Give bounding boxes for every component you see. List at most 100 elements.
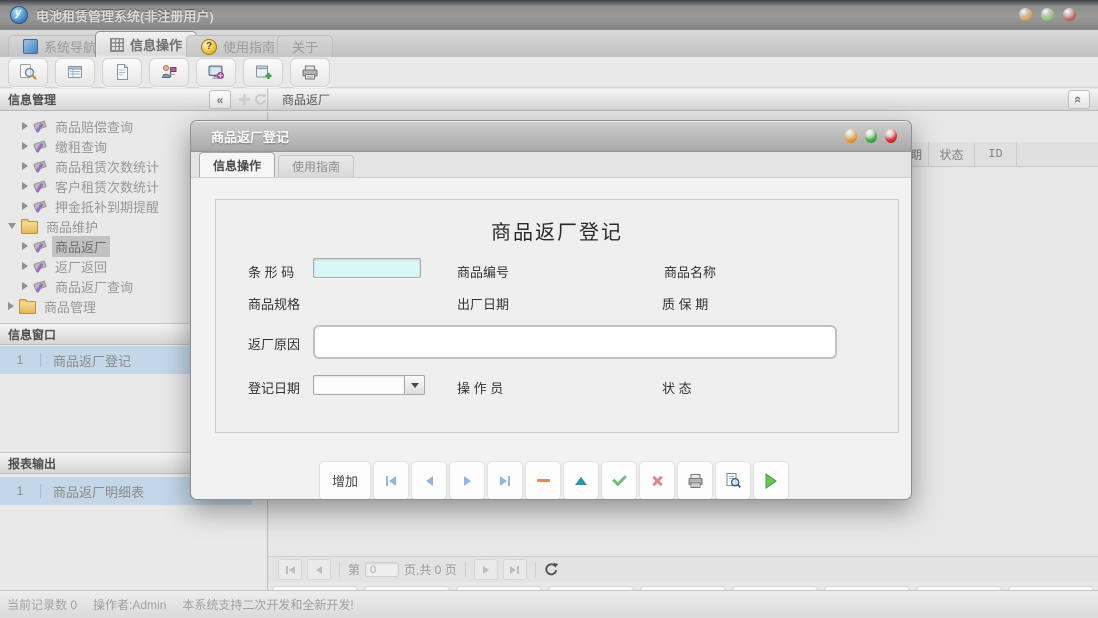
chevron-right-icon: [8, 302, 14, 310]
tree-item-label: 缴租查询: [52, 136, 110, 157]
tree-item-label: 商品返厂查询: [52, 276, 136, 297]
search-icon: [19, 63, 37, 81]
tab-user-guide[interactable]: 使用指南: [186, 35, 290, 57]
chevron-right-icon: [22, 262, 28, 270]
form-title: 商品返厂登记: [216, 216, 898, 245]
printer-icon: [687, 472, 704, 489]
column-header-id[interactable]: ID: [975, 142, 1017, 166]
dialog-toolbar: 增加: [319, 461, 789, 500]
document-tab[interactable]: 商品返厂: [282, 91, 330, 108]
sidebar-collapse-button[interactable]: «: [209, 90, 231, 109]
up-button[interactable]: [563, 461, 599, 500]
minimize-button[interactable]: [1019, 8, 1032, 21]
chevron-right-icon: [22, 282, 28, 290]
execute-button[interactable]: [753, 461, 789, 500]
minimize-button[interactable]: [845, 129, 857, 143]
prev-record-button[interactable]: [411, 461, 447, 500]
tab-about[interactable]: 关于: [277, 35, 333, 57]
print-button[interactable]: [677, 461, 713, 500]
folder-icon: [19, 301, 36, 314]
chevron-right-icon: [22, 122, 28, 130]
barcode-input[interactable]: [313, 258, 421, 278]
list-view-button[interactable]: [55, 58, 95, 87]
monitor-globe-icon: [207, 63, 225, 81]
next-page-button[interactable]: [474, 559, 498, 580]
refresh-icon[interactable]: [544, 562, 559, 577]
tool-icon: [33, 159, 47, 173]
document-tab-bar: 商品返厂 «: [268, 88, 1098, 111]
chevron-right-icon: [22, 162, 28, 170]
close-button[interactable]: [1063, 8, 1076, 21]
reg-date-label: 登记日期: [248, 378, 300, 397]
refresh-icon[interactable]: [254, 93, 267, 106]
printer-icon: [301, 63, 319, 81]
dialog-title: 商品返厂登记: [211, 127, 289, 146]
add-icon[interactable]: [239, 94, 250, 105]
tree-item-label: 押金抵补到期提醒: [52, 196, 162, 217]
tree-item-label: 商品维护: [43, 216, 101, 237]
tree-item-label: 商品返厂: [52, 236, 110, 257]
minus-icon: [537, 479, 550, 482]
section-header-label: 报表输出: [8, 455, 56, 472]
page-number-input[interactable]: [365, 562, 399, 577]
user-flag-icon: [160, 63, 178, 81]
confirm-button[interactable]: [601, 461, 637, 500]
tool-icon: [33, 279, 47, 293]
panel-collapse-button[interactable]: «: [1068, 90, 1090, 109]
reg-date-combobox: [313, 375, 425, 395]
chevron-right-icon: [22, 202, 28, 210]
reason-label: 返厂原因: [248, 334, 300, 353]
reason-input[interactable]: [313, 325, 837, 359]
first-page-button[interactable]: [278, 559, 302, 580]
cancel-button[interactable]: [639, 461, 675, 500]
status-message: 本系统支持二次开发和全新开发!: [182, 596, 353, 613]
dropdown-button[interactable]: [404, 375, 425, 395]
reg-date-input[interactable]: [313, 375, 404, 395]
column-header-status[interactable]: 状态: [928, 142, 975, 166]
maximize-button[interactable]: [865, 129, 877, 143]
operator-button[interactable]: [149, 58, 189, 87]
monitor-button[interactable]: [196, 58, 236, 87]
product-name-label: 商品名称: [664, 262, 716, 281]
document-button[interactable]: [102, 58, 142, 87]
tree-item-label: 客户租赁次数统计: [52, 176, 162, 197]
maximize-button[interactable]: [1041, 8, 1054, 21]
triangle-up-icon: [575, 477, 587, 485]
divider: [339, 562, 340, 577]
spec-label: 商品规格: [248, 294, 300, 313]
prev-page-button[interactable]: [307, 559, 331, 580]
pager-bar: 第 页,共 0 页: [268, 556, 1098, 582]
tool-icon: [33, 119, 47, 133]
title-bar: 电池租赁管理系统(非注册用户): [0, 0, 1098, 31]
system-navigation-icon: [23, 39, 38, 54]
tree-item-label: 商品赔偿查询: [52, 116, 136, 137]
last-page-button[interactable]: [503, 559, 527, 580]
new-window-button[interactable]: [243, 58, 283, 87]
divider: [535, 562, 536, 577]
close-button[interactable]: [885, 129, 897, 143]
print-preview-button[interactable]: [715, 461, 751, 500]
next-record-button[interactable]: [449, 461, 485, 500]
dialog-tab-user-guide[interactable]: 使用指南: [278, 155, 354, 177]
cross-icon: [651, 475, 663, 487]
chevron-up-icon: «: [1071, 96, 1086, 103]
tool-icon: [33, 139, 47, 153]
search-button[interactable]: [8, 58, 48, 87]
document-icon: [113, 63, 131, 81]
tab-info-operation[interactable]: 信息操作: [95, 31, 197, 57]
dialog-tab-info-operation[interactable]: 信息操作: [199, 152, 275, 177]
printer-button[interactable]: [290, 58, 330, 87]
chevron-right-icon: [22, 142, 28, 150]
last-record-button[interactable]: [487, 461, 523, 500]
add-button[interactable]: 增加: [319, 461, 371, 500]
dialog-window-controls: [845, 129, 897, 143]
tree-item-label: 商品管理: [41, 296, 99, 317]
window-add-icon: [254, 63, 272, 81]
product-no-label: 商品编号: [457, 262, 509, 281]
tree-item-label: 商品租赁次数统计: [52, 156, 162, 177]
sidebar-header-label: 信息管理: [8, 91, 56, 108]
chevron-down-icon: [411, 383, 419, 388]
first-record-button[interactable]: [373, 461, 409, 500]
chevron-right-icon: [22, 182, 28, 190]
delete-record-button[interactable]: [525, 461, 561, 500]
